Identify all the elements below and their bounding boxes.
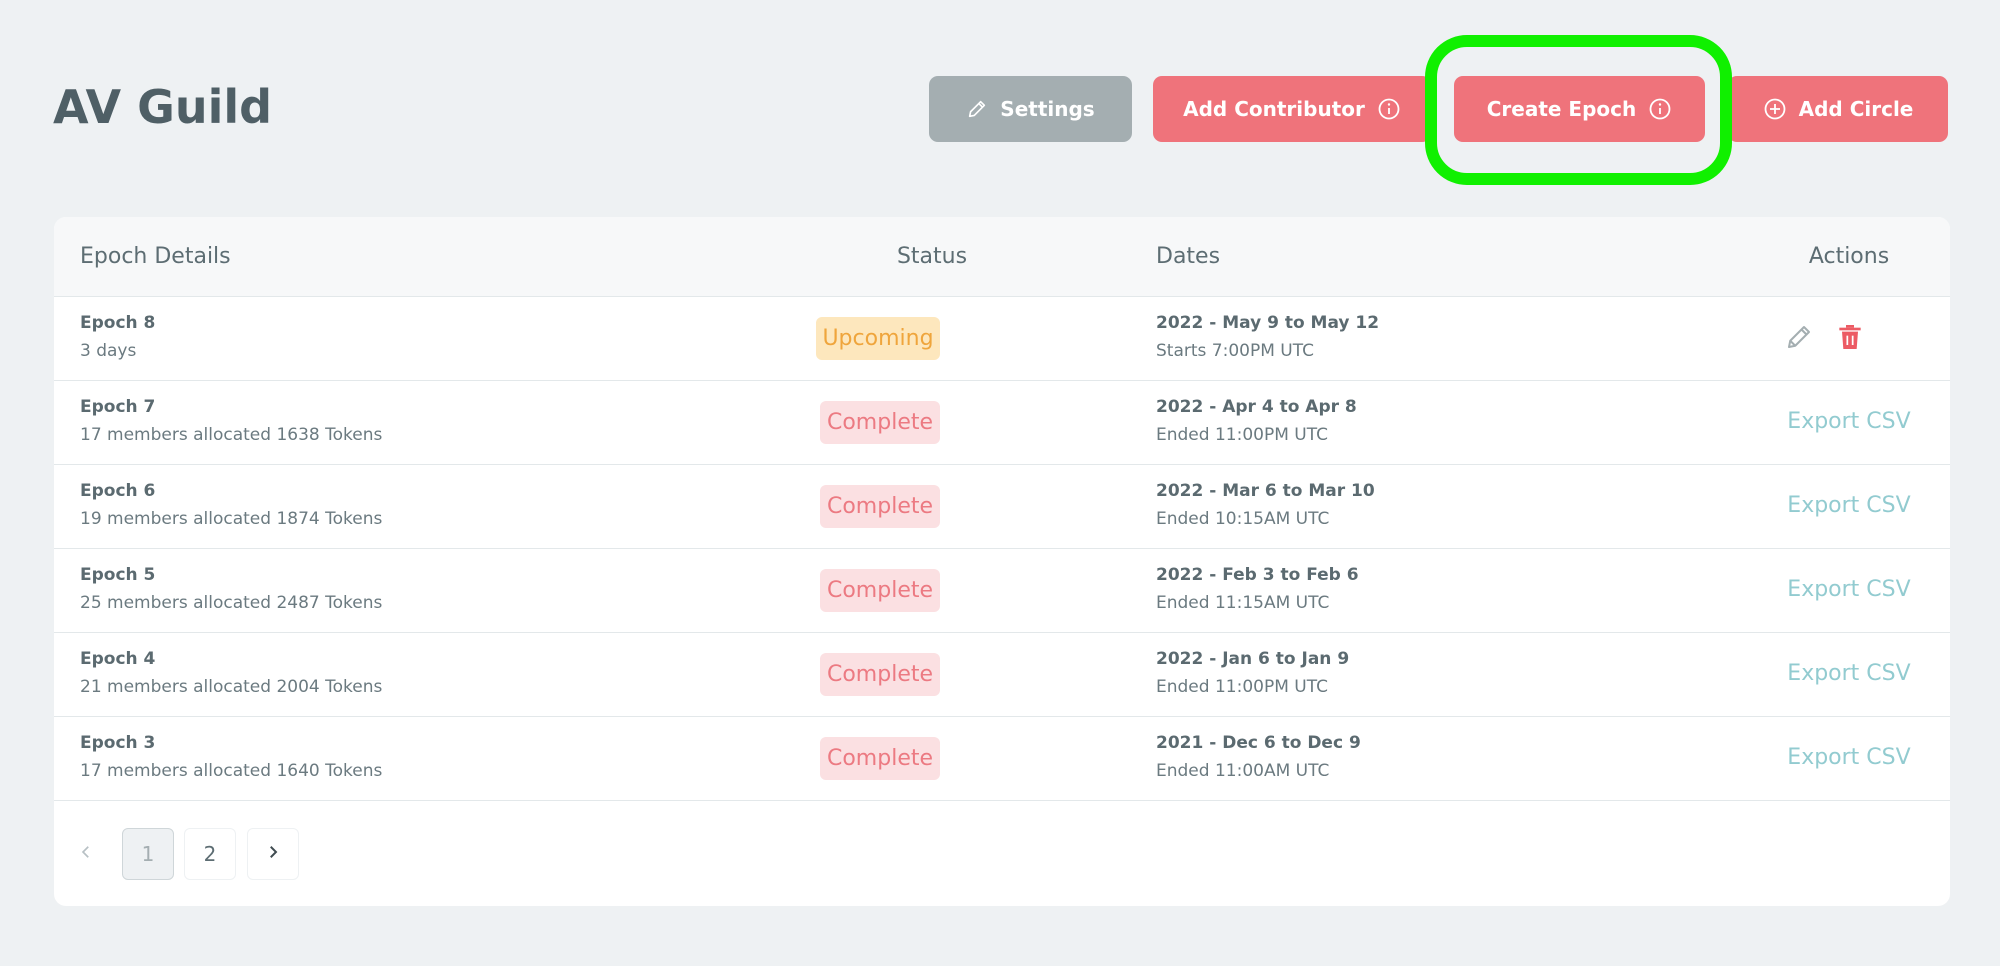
epoch-date-range: 2022 - Jan 6 to Jan 9 [1156,649,1350,669]
settings-button[interactable]: Settings [929,76,1132,142]
epoch-date-range: 2022 - Feb 3 to Feb 6 [1156,565,1359,585]
export-csv-link[interactable]: Export CSV [1724,661,1950,686]
column-header-details: Epoch Details [80,244,231,269]
info-icon [1648,97,1672,121]
status-badge: Complete [820,569,940,612]
pagination-page-2[interactable]: 2 [184,828,236,880]
chevron-left-icon [77,842,95,866]
epoch-time: Ended 11:15AM UTC [1156,593,1330,613]
epoch-summary: 19 members allocated 1874 Tokens [80,509,383,529]
export-csv-link[interactable]: Export CSV [1724,493,1950,518]
epoch-date-range: 2022 - Mar 6 to Mar 10 [1156,481,1375,501]
epoch-name: Epoch 5 [80,565,156,585]
table-row: Epoch 5 25 members allocated 2487 Tokens… [54,549,1950,633]
page-title: AV Guild [53,80,273,134]
table-row: Epoch 8 3 days Upcoming 2022 - May 9 to … [54,297,1950,381]
create-epoch-button[interactable]: Create Epoch [1454,76,1705,142]
table-header: Epoch Details Status Dates Actions [54,217,1950,297]
pagination-prev[interactable] [66,828,106,880]
epoch-time: Starts 7:00PM UTC [1156,341,1314,361]
add-circle-button[interactable]: Add Circle [1728,76,1948,142]
column-header-dates: Dates [1156,244,1221,269]
add-circle-button-label: Add Circle [1798,97,1914,121]
column-header-actions: Actions [1808,244,1890,269]
epoch-name: Epoch 8 [80,313,156,333]
info-icon [1377,97,1401,121]
epoch-time: Ended 10:15AM UTC [1156,509,1330,529]
epoch-summary: 25 members allocated 2487 Tokens [80,593,383,613]
status-badge: Complete [820,653,940,696]
epoch-summary: 17 members allocated 1638 Tokens [80,425,383,445]
trash-icon[interactable] [1834,321,1866,357]
status-badge: Complete [820,401,940,444]
epoch-date-range: 2022 - May 9 to May 12 [1156,313,1380,333]
column-header-status: Status [896,244,968,269]
status-badge: Upcoming [816,317,940,360]
pencil-icon[interactable] [1784,322,1814,356]
plus-circle-icon [1763,97,1787,121]
table-row: Epoch 3 17 members allocated 1640 Tokens… [54,717,1950,801]
add-contributor-button-label: Add Contributor [1183,97,1365,121]
epoch-time: Ended 11:00PM UTC [1156,425,1328,445]
epoch-summary: 17 members allocated 1640 Tokens [80,761,383,781]
epoch-time: Ended 11:00PM UTC [1156,677,1328,697]
epoch-summary: 3 days [80,341,137,361]
table-row: Epoch 7 17 members allocated 1638 Tokens… [54,381,1950,465]
epoch-name: Epoch 7 [80,397,156,417]
pencil-icon [966,98,988,120]
chevron-right-icon [264,842,282,866]
table-row: Epoch 6 19 members allocated 1874 Tokens… [54,465,1950,549]
epoch-date-range: 2022 - Apr 4 to Apr 8 [1156,397,1357,417]
pagination-next[interactable] [247,828,299,880]
status-badge: Complete [820,737,940,780]
epoch-summary: 21 members allocated 2004 Tokens [80,677,383,697]
pagination-page-1[interactable]: 1 [122,828,174,880]
epoch-name: Epoch 4 [80,649,156,669]
settings-button-label: Settings [1000,97,1095,121]
export-csv-link[interactable]: Export CSV [1724,577,1950,602]
epoch-time: Ended 11:00AM UTC [1156,761,1330,781]
table-row: Epoch 4 21 members allocated 2004 Tokens… [54,633,1950,717]
epoch-name: Epoch 3 [80,733,156,753]
status-badge: Complete [820,485,940,528]
add-contributor-button[interactable]: Add Contributor [1153,76,1431,142]
epoch-name: Epoch 6 [80,481,156,501]
export-csv-link[interactable]: Export CSV [1724,409,1950,434]
export-csv-link[interactable]: Export CSV [1724,745,1950,770]
epochs-table: Epoch Details Status Dates Actions Epoch… [54,217,1950,906]
create-epoch-button-label: Create Epoch [1486,97,1637,121]
epoch-date-range: 2021 - Dec 6 to Dec 9 [1156,733,1361,753]
